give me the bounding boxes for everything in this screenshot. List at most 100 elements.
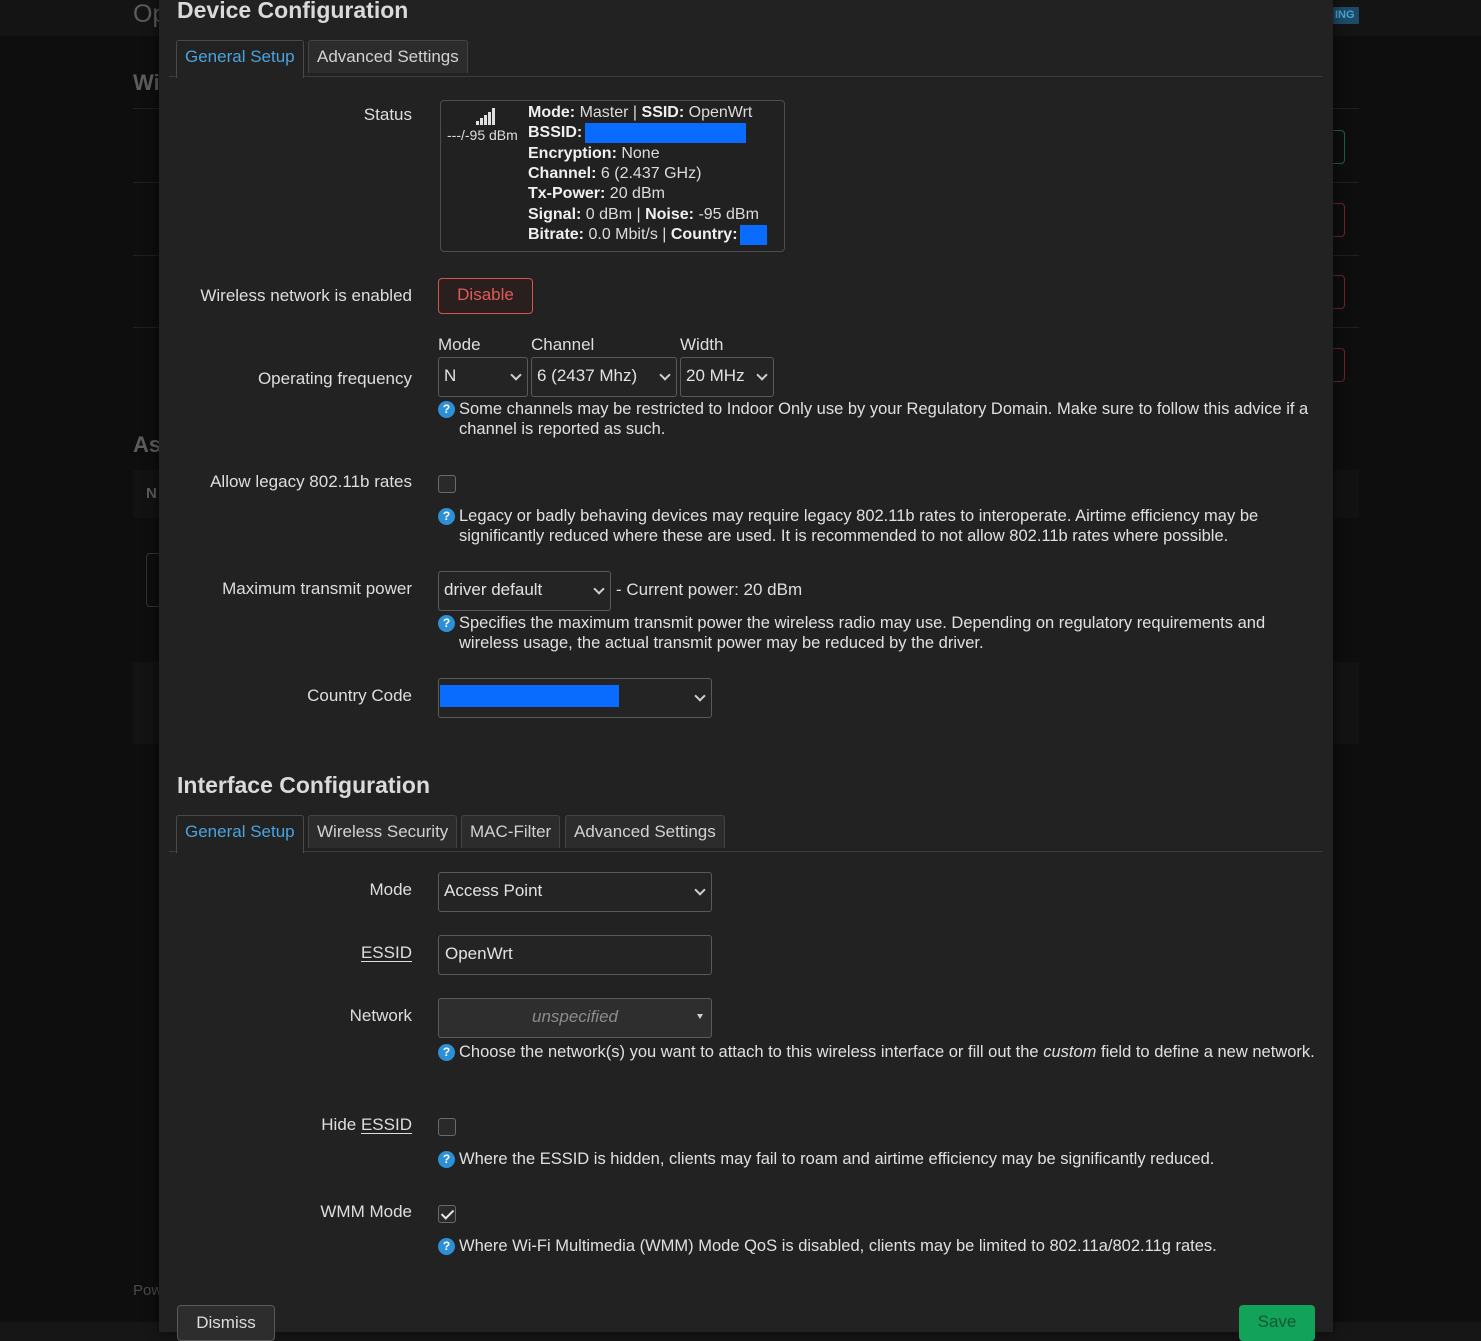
tx-power-value: driver default	[444, 580, 543, 599]
save-button[interactable]: Save	[1239, 1305, 1315, 1341]
background-button	[1332, 275, 1345, 309]
tx-power-select[interactable]: driver default	[438, 571, 611, 611]
network-help-text-pre: Choose the network(s) you want to attach…	[459, 1043, 1039, 1061]
network-help-custom: custom	[1043, 1043, 1097, 1061]
background-section-title: As	[133, 432, 162, 457]
iface-mode-value: Access Point	[444, 881, 543, 900]
background-section-title: Wi	[133, 70, 160, 95]
frequency-help-text: Some channels may be restricted to Indoo…	[459, 400, 1309, 438]
operating-frequency-label: Operating frequency	[257, 369, 412, 388]
interface-config-title: Interface Configuration	[177, 772, 431, 798]
wmm-mode-help: ? Where Wi-Fi Multimedia (WMM) Mode QoS …	[438, 1236, 1318, 1256]
iface-mode-label: Mode	[369, 880, 412, 899]
status-bitrate-line: Bitrate: 0.0 Mbit/s | Country:	[528, 225, 767, 245]
status-noise-key: Noise:	[645, 206, 694, 223]
dropdown-arrow-icon	[697, 1014, 703, 1019]
network-help-text-post: field to define a new network.	[1101, 1043, 1315, 1061]
background-button	[1332, 203, 1345, 237]
tab-device-advanced-settings[interactable]: Advanced Settings	[308, 40, 468, 73]
network-help: ? Choose the network(s) you want to atta…	[438, 1042, 1318, 1062]
hide-essid-label-essid: ESSID	[360, 1115, 412, 1134]
legacy-rates-help: ? Legacy or badly behaving devices may r…	[438, 506, 1318, 546]
status-txpower-line: Tx-Power: 20 dBm	[528, 184, 665, 204]
channel-value: 6 (2437 Mhz)	[537, 366, 638, 385]
width-sublabel: Width	[680, 335, 724, 354]
bssid-redacted	[584, 123, 746, 143]
chevron-down-icon	[694, 884, 706, 896]
wireless-config-modal: Device Configuration General Setup Advan…	[159, 0, 1333, 1341]
essid-input[interactable]: OpenWrt	[438, 935, 712, 975]
country-code-redacted	[440, 685, 619, 708]
wmm-mode-label: WMM Mode	[320, 1202, 412, 1221]
tab-iface-mac-filter[interactable]: MAC-Filter	[461, 815, 561, 848]
status-ssid-value: OpenWrt	[688, 104, 753, 121]
status-mode-value: Master	[579, 104, 629, 121]
help-icon: ?	[438, 1151, 455, 1168]
tab-device-general-setup[interactable]: General Setup	[176, 40, 304, 78]
channel-select[interactable]: 6 (2437 Mhz)	[531, 357, 677, 397]
country-code-select[interactable]	[438, 678, 712, 718]
status-signal-line: Signal: 0 dBm | Noise: -95 dBm	[528, 206, 759, 223]
background-button	[1332, 130, 1345, 164]
status-txpower-value: 20 dBm	[609, 185, 665, 202]
status-signal-value: 0 dBm	[585, 206, 633, 223]
status-box: ---/-95 dBm Mode: Master | SSID: OpenWrt…	[440, 100, 785, 252]
hide-essid-label-pre: Hide	[321, 1115, 357, 1134]
chevron-down-icon	[593, 583, 605, 595]
status-channel-key: Channel:	[528, 165, 597, 182]
status-mode-key: Mode:	[528, 104, 576, 121]
status-channel-value: 6 (2.437 GHz)	[600, 165, 702, 182]
help-icon: ?	[438, 401, 455, 418]
chevron-down-icon	[756, 369, 768, 381]
tab-iface-wireless-security[interactable]: Wireless Security	[308, 815, 458, 848]
status-bitrate-key: Bitrate:	[528, 226, 585, 244]
hide-essid-checkbox[interactable]	[438, 1118, 456, 1136]
signal-dbm: ---/-95 dBm	[447, 127, 518, 143]
device-config-title: Device Configuration	[177, 0, 409, 23]
status-label: Status	[363, 105, 412, 124]
country-redacted	[739, 225, 767, 245]
hw-mode-select[interactable]: N	[438, 357, 528, 397]
status-mode-line: Mode: Master | SSID: OpenWrt	[528, 104, 753, 121]
tab-iface-general-setup[interactable]: General Setup	[176, 815, 304, 853]
tx-power-help: ? Specifies the maximum transmit power t…	[438, 613, 1318, 653]
essid-label-text: ESSID	[360, 943, 412, 962]
status-encryption-key: Encryption:	[528, 145, 617, 162]
help-icon: ?	[438, 615, 455, 632]
channel-sublabel: Channel	[531, 335, 595, 354]
background-status-badge: ING	[1333, 7, 1359, 24]
mode-sublabel: Mode	[438, 335, 481, 354]
disable-button[interactable]: Disable	[438, 278, 533, 314]
network-select[interactable]: unspecified	[438, 998, 712, 1038]
interface-config-tabs: General Setup Wireless Security MAC-Filt…	[169, 815, 1322, 853]
hide-essid-help-text: Where the ESSID is hidden, clients may f…	[459, 1150, 1215, 1168]
chevron-down-icon	[659, 369, 671, 381]
iface-mode-select[interactable]: Access Point	[438, 872, 712, 912]
frequency-help: ? Some channels may be restricted to Ind…	[438, 399, 1318, 439]
background-table-header-cell: N	[146, 485, 157, 502]
dismiss-button[interactable]: Dismiss	[177, 1305, 275, 1341]
status-channel-line: Channel: 6 (2.437 GHz)	[528, 164, 701, 184]
status-country-key: Country:	[670, 226, 738, 244]
current-power-text: - Current power: 20 dBm	[616, 580, 803, 599]
tab-iface-advanced-settings[interactable]: Advanced Settings	[565, 815, 725, 848]
width-value: 20 MHz	[686, 366, 745, 385]
legacy-rates-checkbox[interactable]	[438, 475, 456, 493]
status-bssid-key: BSSID:	[528, 124, 583, 142]
legacy-rates-label: Allow legacy 802.11b rates	[210, 472, 412, 491]
background-button	[1332, 348, 1345, 382]
width-select[interactable]: 20 MHz	[680, 357, 774, 397]
hide-essid-label: Hide ESSID	[321, 1115, 412, 1135]
wmm-mode-help-text: Where Wi-Fi Multimedia (WMM) Mode QoS is…	[459, 1237, 1217, 1255]
status-bssid-line: BSSID:	[528, 123, 746, 143]
status-bitrate-value: 0.0 Mbit/s	[588, 226, 658, 244]
hw-mode-value: N	[444, 366, 457, 385]
help-icon: ?	[438, 508, 455, 525]
chevron-down-icon	[510, 369, 522, 381]
wmm-mode-checkbox[interactable]	[438, 1205, 456, 1223]
signal-strength-icon	[476, 108, 495, 125]
status-encryption-value: None	[621, 145, 660, 162]
status-noise-value: -95 dBm	[698, 206, 759, 223]
status-encryption-line: Encryption: None	[528, 144, 660, 164]
status-signal-key: Signal:	[528, 206, 582, 223]
